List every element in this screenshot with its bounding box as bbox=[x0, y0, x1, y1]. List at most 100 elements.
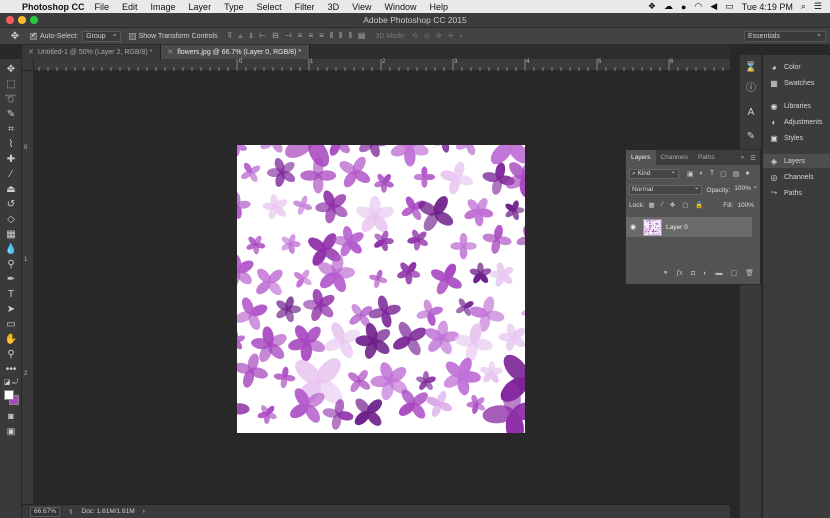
opacity-field[interactable]: 100% bbox=[732, 183, 760, 195]
canvas-area[interactable] bbox=[34, 71, 730, 504]
fill-field[interactable]: 100% bbox=[737, 202, 754, 209]
menu-layer[interactable]: Layer bbox=[189, 2, 212, 12]
share-icon[interactable]: ⇧ bbox=[68, 508, 73, 516]
move-tool-preset-icon[interactable]: ✥ bbox=[0, 31, 30, 42]
menu-file[interactable]: File bbox=[95, 2, 110, 12]
auto-select-dropdown[interactable]: Group bbox=[82, 30, 121, 42]
trash-icon[interactable]: 🗑 bbox=[745, 269, 754, 277]
new-group-icon[interactable]: ▬ bbox=[715, 270, 722, 277]
panel-adjustments[interactable]: ◐ Adjustments bbox=[763, 115, 830, 129]
lock-artboard-icon[interactable]: ▢ bbox=[682, 201, 688, 209]
blur-icon[interactable]: 💧 bbox=[3, 243, 19, 256]
new-layer-icon[interactable]: ▢ bbox=[730, 269, 737, 277]
menu-type[interactable]: Type bbox=[224, 2, 244, 12]
tab-flowers[interactable]: ✕ flowers.jpg @ 66.7% (Layer 0, RGB/8) * bbox=[161, 45, 311, 59]
clock[interactable]: Tue 4:19 PM bbox=[742, 2, 793, 12]
layer-row[interactable]: ◉ Layer 0 bbox=[626, 217, 752, 237]
panel-styles[interactable]: ▣ Styles bbox=[763, 131, 830, 145]
more-icon[interactable]: ••• bbox=[3, 363, 19, 376]
auto-select-checkbox[interactable]: Auto-Select: bbox=[30, 31, 78, 40]
marquee-icon[interactable]: ⬚ bbox=[3, 78, 19, 91]
tab-channels[interactable]: Channels bbox=[656, 150, 693, 165]
zoom-window-button[interactable] bbox=[30, 16, 38, 24]
align-left-icon[interactable]: ⊢ bbox=[259, 31, 266, 41]
distribute-left-icon[interactable]: ⫴ bbox=[330, 31, 333, 41]
dodge-icon[interactable]: ⚲ bbox=[3, 258, 19, 271]
doc-info[interactable]: Doc: 1.61M/1.61M bbox=[82, 508, 135, 515]
stamp-icon[interactable]: ⏏ bbox=[3, 183, 19, 196]
menu-image[interactable]: Image bbox=[151, 2, 176, 12]
show-transform-checkbox[interactable]: Show Transform Controls bbox=[128, 32, 218, 40]
tab-untitled-1[interactable]: ✕ Untitled-1 @ 50% (Layer 2, RGB/8) * bbox=[22, 45, 162, 59]
kind-filter-dropdown[interactable]: ⌕ Kind bbox=[629, 168, 679, 179]
gradient-icon[interactable]: ▦ bbox=[3, 228, 19, 241]
blend-mode-dropdown[interactable]: Normal bbox=[629, 184, 703, 195]
menu-select[interactable]: Select bbox=[257, 2, 282, 12]
move-icon[interactable]: ✥ bbox=[3, 63, 19, 76]
screen-mode-icon[interactable]: ▣ bbox=[3, 425, 19, 438]
panel-paths[interactable]: ⤳ Paths bbox=[763, 186, 830, 200]
new-adjustment-icon[interactable]: ◐ bbox=[703, 270, 707, 277]
pen-icon[interactable]: ✒ bbox=[3, 273, 19, 286]
adjustment-filter-icon[interactable]: ◐ bbox=[700, 170, 704, 178]
quick-mask-icon[interactable]: ◙ bbox=[3, 410, 19, 423]
panel-libraries[interactable]: ◉ Libraries bbox=[763, 99, 830, 113]
panel-color[interactable]: ◕ Color bbox=[763, 60, 830, 74]
panel-channels[interactable]: ◎ Channels bbox=[763, 170, 830, 184]
ruler-origin[interactable] bbox=[22, 59, 34, 71]
close-tab-icon[interactable]: ✕ bbox=[28, 48, 34, 56]
tab-paths[interactable]: Paths bbox=[693, 150, 720, 165]
align-top-icon[interactable]: ⫪ bbox=[228, 31, 233, 41]
distribute-top-icon[interactable]: ≡ bbox=[298, 31, 303, 41]
healing-icon[interactable]: ✚ bbox=[3, 153, 19, 166]
tab-layers[interactable]: Layers bbox=[626, 150, 656, 165]
fx-icon[interactable]: fx bbox=[676, 269, 683, 277]
info-icon[interactable]: ⓘ bbox=[743, 81, 759, 97]
auto-align-icon[interactable]: ▤ bbox=[358, 31, 366, 41]
align-vcenter-icon[interactable]: ⫨ bbox=[238, 31, 243, 41]
workspace-dropdown[interactable]: Essentials bbox=[744, 30, 826, 42]
panel-menu-icon[interactable]: ☰ bbox=[750, 154, 756, 162]
list-icon[interactable]: ☰ bbox=[814, 1, 822, 12]
wifi-icon[interactable]: ◠ bbox=[694, 1, 702, 12]
lasso-icon[interactable]: ➰ bbox=[3, 93, 19, 106]
3d-slide-icon[interactable]: ✢ bbox=[448, 32, 454, 40]
foreground-color-swatch[interactable] bbox=[4, 390, 14, 400]
menu-view[interactable]: View bbox=[352, 2, 371, 12]
distribute-bottom-icon[interactable]: ≡ bbox=[319, 31, 324, 41]
shape-icon[interactable]: ▭ bbox=[3, 318, 19, 331]
filter-toggle-icon[interactable]: ● bbox=[745, 170, 749, 178]
doc-info-menu-icon[interactable]: › bbox=[143, 508, 145, 515]
zoom-level-field[interactable]: 66.67% bbox=[30, 506, 61, 517]
panel-swatches[interactable]: ▦ Swatches bbox=[763, 76, 830, 90]
minimize-window-button[interactable] bbox=[18, 16, 26, 24]
quick-select-icon[interactable]: ✎ bbox=[3, 108, 19, 121]
collapse-panel-icon[interactable]: » bbox=[741, 154, 745, 161]
eraser-icon[interactable]: ◇ bbox=[3, 213, 19, 226]
menu-edit[interactable]: Edit bbox=[122, 2, 138, 12]
distribute-right-icon[interactable]: ⫴ bbox=[349, 31, 352, 41]
3d-drag-icon[interactable]: ✣ bbox=[436, 32, 442, 40]
volume-icon[interactable]: ◀ bbox=[710, 1, 717, 12]
eyedropper-icon[interactable]: ⌇ bbox=[3, 138, 19, 151]
add-mask-icon[interactable]: ◘ bbox=[691, 270, 695, 277]
panel-layers[interactable]: ◈ Layers bbox=[763, 154, 830, 168]
distribute-vcenter-icon[interactable]: ≡ bbox=[308, 31, 313, 41]
path-select-icon[interactable]: ➤ bbox=[3, 303, 19, 316]
lock-transparent-icon[interactable]: ▦ bbox=[649, 201, 655, 209]
document-canvas[interactable] bbox=[237, 145, 525, 433]
menu-filter[interactable]: Filter bbox=[295, 2, 315, 12]
crop-icon[interactable]: ⌗ bbox=[3, 123, 19, 136]
menu-help[interactable]: Help bbox=[429, 2, 448, 12]
align-hcenter-icon[interactable]: ⊟ bbox=[272, 31, 279, 41]
app-menu[interactable]: Photoshop CC bbox=[22, 2, 85, 12]
lock-pixels-icon[interactable]: ⁄ bbox=[662, 201, 663, 209]
brushes-icon[interactable]: ✎ bbox=[743, 129, 759, 145]
creative-cloud-icon[interactable]: ☁ bbox=[664, 1, 673, 12]
close-tab-icon[interactable]: ✕ bbox=[167, 48, 173, 56]
character-icon[interactable]: A bbox=[743, 105, 759, 121]
ruler-vertical[interactable]: 0 1 2 bbox=[22, 71, 34, 504]
type-filter-icon[interactable]: T bbox=[710, 170, 714, 178]
dropbox-icon[interactable]: ❖ bbox=[648, 1, 656, 12]
ruler-horizontal[interactable]: 0 1 2 3 4 5 6 bbox=[34, 59, 730, 71]
